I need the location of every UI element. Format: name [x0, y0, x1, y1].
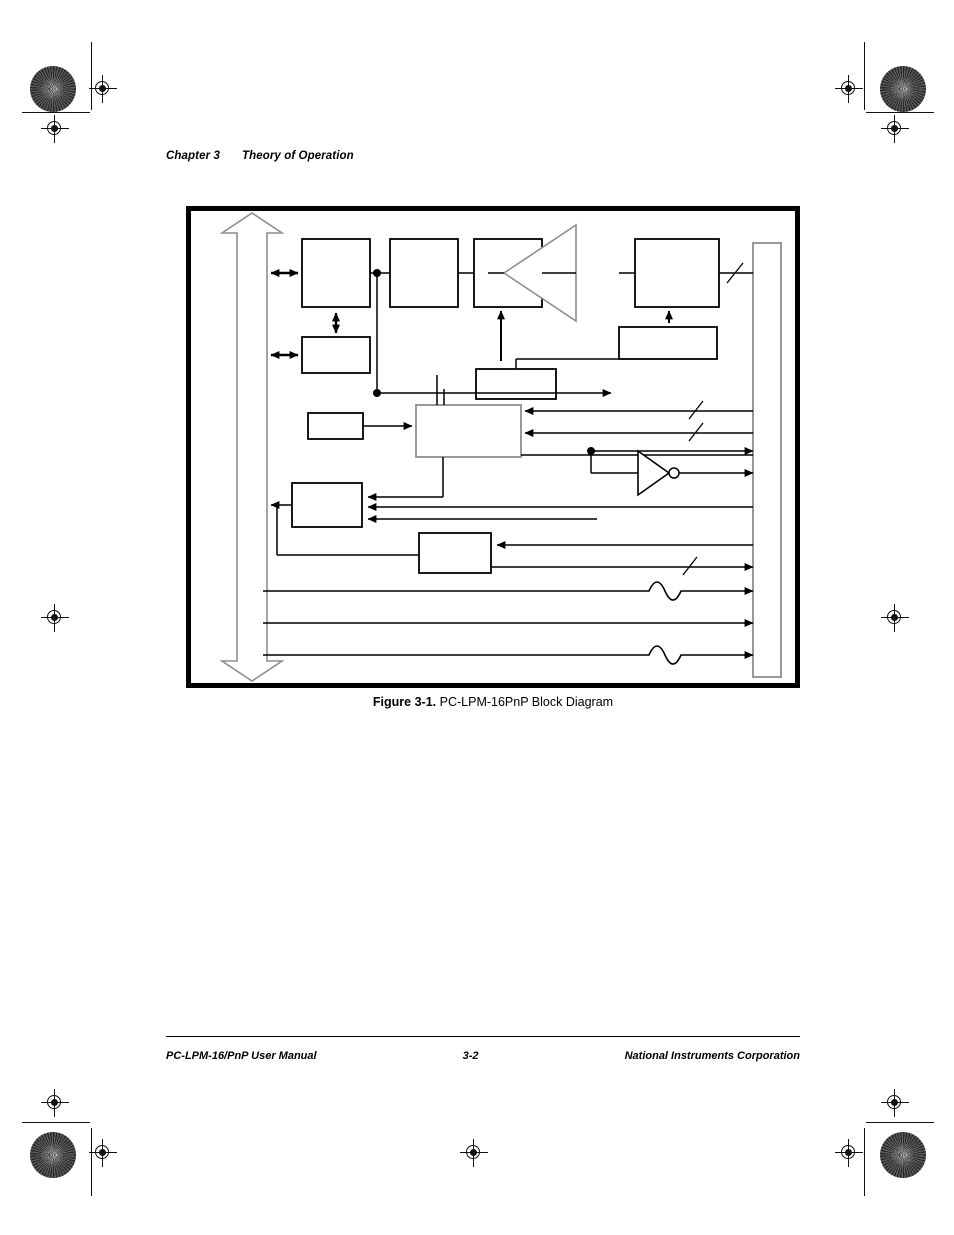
- block-row2-left: [301, 336, 371, 374]
- halftone-density-patch: [880, 66, 926, 112]
- io-connector-block: [752, 242, 782, 678]
- page-canvas: Chapter 3 Theory of Operation Figure 3-1…: [0, 0, 954, 1235]
- running-head: Chapter 3 Theory of Operation: [166, 150, 354, 162]
- figure-caption: Figure 3-1. PC-LPM-16PnP Block Diagram: [186, 695, 800, 709]
- halftone-density-patch: [30, 66, 76, 112]
- figure-caption-label: Figure 3-1.: [372, 695, 437, 709]
- halftone-density-patch: [880, 1132, 926, 1178]
- figure-frame: [186, 206, 800, 688]
- block-top-2: [389, 238, 459, 308]
- registration-target: [834, 1138, 864, 1168]
- footer-page-number: 3-2: [462, 1050, 479, 1062]
- registration-target: [834, 74, 864, 104]
- block-lower-mid: [418, 532, 492, 574]
- signal-line-with-hop-1: [263, 581, 754, 601]
- halftone-density-patch: [30, 1132, 76, 1178]
- inverter-gate-icon: [637, 449, 671, 497]
- footer-company: National Instruments Corporation: [624, 1050, 800, 1062]
- block-center-control: [415, 404, 522, 458]
- block-row2-right: [618, 326, 718, 360]
- crop-mark: [22, 1122, 90, 1124]
- block-top-1: [301, 238, 371, 308]
- pc-io-bus-arrow: [219, 212, 285, 682]
- block-diagram: [219, 212, 782, 682]
- registration-target: [459, 1138, 489, 1168]
- footer-rule: [166, 1036, 800, 1037]
- block-lower-left: [291, 482, 363, 528]
- running-head-title: Theory of Operation: [241, 150, 354, 162]
- crop-mark: [864, 1128, 866, 1196]
- inverter-bubble-icon: [668, 467, 680, 479]
- bus-width-slash: [688, 422, 704, 442]
- footer-manual-title: PC-LPM-16/PnP User Manual: [166, 1050, 317, 1062]
- registration-target: [880, 1088, 910, 1118]
- page-footer: PC-LPM-16/PnP User Manual 3-2 National I…: [166, 1050, 800, 1062]
- block-small-left: [307, 412, 364, 440]
- crop-mark: [866, 1122, 934, 1124]
- block-top-4: [634, 238, 720, 308]
- figure-caption-text: PC-LPM-16PnP Block Diagram: [439, 695, 614, 709]
- registration-target: [88, 1138, 118, 1168]
- junction-dot: [373, 269, 381, 277]
- bus-width-slash: [688, 400, 704, 420]
- block-row3-mid: [475, 368, 557, 400]
- registration-target: [40, 114, 70, 144]
- crop-mark: [864, 42, 866, 110]
- registration-target: [880, 603, 910, 633]
- registration-target: [880, 114, 910, 144]
- signal-line-with-hop-2: [263, 645, 754, 665]
- running-head-chapter: Chapter 3: [166, 150, 220, 162]
- registration-target: [40, 1088, 70, 1118]
- registration-target: [40, 603, 70, 633]
- registration-target: [88, 74, 118, 104]
- bus-width-slash: [682, 556, 698, 576]
